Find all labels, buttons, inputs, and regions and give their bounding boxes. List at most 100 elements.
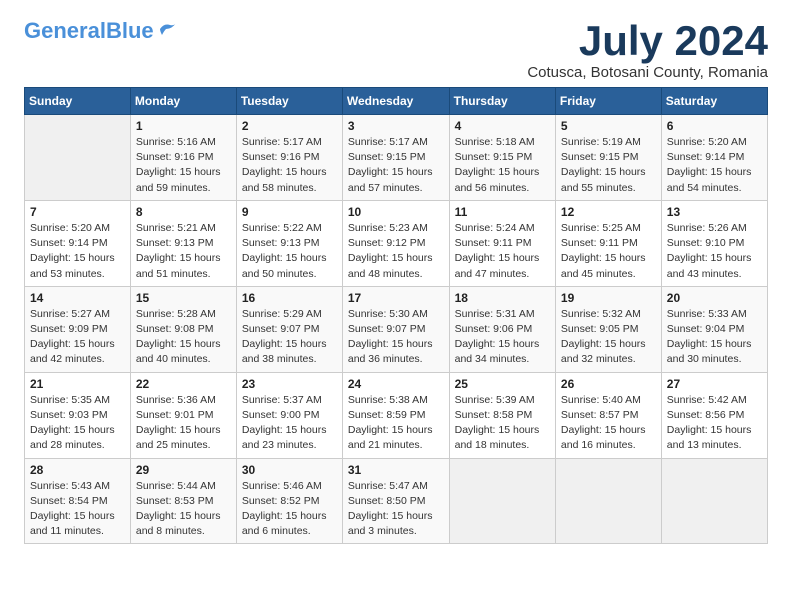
day-number: 14 — [30, 291, 125, 305]
day-of-week-header: Friday — [555, 88, 661, 115]
logo: GeneralBlue — [24, 20, 178, 42]
day-of-week-header: Wednesday — [342, 88, 449, 115]
calendar-cell: 11 Sunrise: 5:24 AMSunset: 9:11 PMDayligh… — [449, 200, 555, 286]
logo-text: GeneralBlue — [24, 20, 154, 42]
day-info: Sunrise: 5:33 AMSunset: 9:04 PMDaylight:… — [667, 307, 762, 368]
day-info: Sunrise: 5:26 AMSunset: 9:10 PMDaylight:… — [667, 221, 762, 282]
day-info: Sunrise: 5:35 AMSunset: 9:03 PMDaylight:… — [30, 393, 125, 454]
calendar-cell: 29 Sunrise: 5:44 AMSunset: 8:53 PMDayligh… — [130, 458, 236, 544]
calendar-cell: 21 Sunrise: 5:35 AMSunset: 9:03 PMDayligh… — [25, 372, 131, 458]
day-number: 5 — [561, 119, 656, 133]
day-number: 9 — [242, 205, 337, 219]
calendar-table: SundayMondayTuesdayWednesdayThursdayFrid… — [24, 87, 768, 544]
calendar-cell: 12Sunrise: 5:25 AMSunset: 9:11 PMDayligh… — [555, 200, 661, 286]
day-number: 12 — [561, 205, 656, 219]
day-info: Sunrise: 5:22 AMSunset: 9:13 PMDaylight:… — [242, 221, 337, 282]
logo-blue: Blue — [106, 18, 154, 43]
day-number: 4 — [455, 119, 550, 133]
day-number: 23 — [242, 377, 337, 391]
day-of-week-header: Saturday — [661, 88, 767, 115]
day-number: 29 — [136, 463, 231, 477]
day-number: 24 — [348, 377, 444, 391]
day-info: Sunrise: 5:20 AMSunset: 9:14 PMDaylight:… — [667, 135, 762, 196]
day-number: 6 — [667, 119, 762, 133]
day-number: 22 — [136, 377, 231, 391]
day-number: 10 — [348, 205, 444, 219]
day-of-week-header: Sunday — [25, 88, 131, 115]
calendar-cell: 6 Sunrise: 5:20 AMSunset: 9:14 PMDaylight… — [661, 115, 767, 201]
calendar-cell: 17 Sunrise: 5:30 AMSunset: 9:07 PMDayligh… — [342, 286, 449, 372]
calendar-cell: 26 Sunrise: 5:40 AMSunset: 8:57 PMDayligh… — [555, 372, 661, 458]
day-info: Sunrise: 5:16 AMSunset: 9:16 PMDaylight:… — [136, 135, 231, 196]
day-info: Sunrise: 5:37 AMSunset: 9:00 PMDaylight:… — [242, 393, 337, 454]
day-info: Sunrise: 5:47 AMSunset: 8:50 PMDaylight:… — [348, 479, 444, 540]
calendar-cell: 27 Sunrise: 5:42 AMSunset: 8:56 PMDayligh… — [661, 372, 767, 458]
day-number: 27 — [667, 377, 762, 391]
day-info: Sunrise: 5:20 AMSunset: 9:14 PMDaylight:… — [30, 221, 125, 282]
day-number: 17 — [348, 291, 444, 305]
day-info: Sunrise: 5:21 AMSunset: 9:13 PMDaylight:… — [136, 221, 231, 282]
day-info: Sunrise: 5:17 AMSunset: 9:15 PMDaylight:… — [348, 135, 444, 196]
day-number: 31 — [348, 463, 444, 477]
calendar-header-row: SundayMondayTuesdayWednesdayThursdayFrid… — [25, 88, 768, 115]
day-number: 11 — [455, 205, 550, 219]
calendar-week-row: 28Sunrise: 5:43 AMSunset: 8:54 PMDayligh… — [25, 458, 768, 544]
day-number: 21 — [30, 377, 125, 391]
day-info: Sunrise: 5:42 AMSunset: 8:56 PMDaylight:… — [667, 393, 762, 454]
calendar-cell — [25, 115, 131, 201]
day-number: 16 — [242, 291, 337, 305]
calendar-cell: 15Sunrise: 5:28 AMSunset: 9:08 PMDayligh… — [130, 286, 236, 372]
calendar-week-row: 1 Sunrise: 5:16 AMSunset: 9:16 PMDaylight… — [25, 115, 768, 201]
calendar-cell: 7Sunrise: 5:20 AMSunset: 9:14 PMDaylight… — [25, 200, 131, 286]
calendar-cell: 8 Sunrise: 5:21 AMSunset: 9:13 PMDaylight… — [130, 200, 236, 286]
day-number: 30 — [242, 463, 337, 477]
day-info: Sunrise: 5:18 AMSunset: 9:15 PMDaylight:… — [455, 135, 550, 196]
day-number: 18 — [455, 291, 550, 305]
calendar-cell: 19Sunrise: 5:32 AMSunset: 9:05 PMDayligh… — [555, 286, 661, 372]
calendar-cell — [555, 458, 661, 544]
calendar-cell: 24Sunrise: 5:38 AMSunset: 8:59 PMDayligh… — [342, 372, 449, 458]
day-number: 15 — [136, 291, 231, 305]
calendar-cell: 9 Sunrise: 5:22 AMSunset: 9:13 PMDaylight… — [236, 200, 342, 286]
day-info: Sunrise: 5:24 AMSunset: 9:11 PMDaylight:… — [455, 221, 550, 282]
calendar-cell: 22Sunrise: 5:36 AMSunset: 9:01 PMDayligh… — [130, 372, 236, 458]
calendar-cell: 4 Sunrise: 5:18 AMSunset: 9:15 PMDaylight… — [449, 115, 555, 201]
calendar-cell: 30 Sunrise: 5:46 AMSunset: 8:52 PMDayligh… — [236, 458, 342, 544]
day-info: Sunrise: 5:27 AMSunset: 9:09 PMDaylight:… — [30, 307, 125, 368]
day-number: 1 — [136, 119, 231, 133]
calendar-week-row: 14 Sunrise: 5:27 AMSunset: 9:09 PMDayligh… — [25, 286, 768, 372]
calendar-cell: 14 Sunrise: 5:27 AMSunset: 9:09 PMDayligh… — [25, 286, 131, 372]
logo-general: General — [24, 18, 106, 43]
day-info: Sunrise: 5:39 AMSunset: 8:58 PMDaylight:… — [455, 393, 550, 454]
day-number: 20 — [667, 291, 762, 305]
day-number: 25 — [455, 377, 550, 391]
day-info: Sunrise: 5:31 AMSunset: 9:06 PMDaylight:… — [455, 307, 550, 368]
day-number: 8 — [136, 205, 231, 219]
title-area: July 2024 Cotusca, Botosani County, Roma… — [527, 20, 768, 81]
calendar-cell: 16 Sunrise: 5:29 AMSunset: 9:07 PMDayligh… — [236, 286, 342, 372]
day-info: Sunrise: 5:29 AMSunset: 9:07 PMDaylight:… — [242, 307, 337, 368]
calendar-cell: 2Sunrise: 5:17 AMSunset: 9:16 PMDaylight… — [236, 115, 342, 201]
calendar-cell: 18 Sunrise: 5:31 AMSunset: 9:06 PMDayligh… — [449, 286, 555, 372]
day-info: Sunrise: 5:32 AMSunset: 9:05 PMDaylight:… — [561, 307, 656, 368]
day-of-week-header: Tuesday — [236, 88, 342, 115]
day-info: Sunrise: 5:44 AMSunset: 8:53 PMDaylight:… — [136, 479, 231, 540]
day-number: 3 — [348, 119, 444, 133]
calendar-cell: 10 Sunrise: 5:23 AMSunset: 9:12 PMDayligh… — [342, 200, 449, 286]
calendar-cell: 13Sunrise: 5:26 AMSunset: 9:10 PMDayligh… — [661, 200, 767, 286]
calendar-week-row: 21 Sunrise: 5:35 AMSunset: 9:03 PMDayligh… — [25, 372, 768, 458]
day-info: Sunrise: 5:30 AMSunset: 9:07 PMDaylight:… — [348, 307, 444, 368]
day-of-week-header: Thursday — [449, 88, 555, 115]
day-number: 26 — [561, 377, 656, 391]
day-info: Sunrise: 5:23 AMSunset: 9:12 PMDaylight:… — [348, 221, 444, 282]
day-info: Sunrise: 5:46 AMSunset: 8:52 PMDaylight:… — [242, 479, 337, 540]
calendar-cell — [661, 458, 767, 544]
day-number: 2 — [242, 119, 337, 133]
calendar-cell — [449, 458, 555, 544]
calendar-cell: 3 Sunrise: 5:17 AMSunset: 9:15 PMDaylight… — [342, 115, 449, 201]
calendar-cell: 5Sunrise: 5:19 AMSunset: 9:15 PMDaylight… — [555, 115, 661, 201]
calendar-cell: 31 Sunrise: 5:47 AMSunset: 8:50 PMDayligh… — [342, 458, 449, 544]
day-info: Sunrise: 5:40 AMSunset: 8:57 PMDaylight:… — [561, 393, 656, 454]
page-header: GeneralBlue July 2024 Cotusca, Botosani … — [24, 20, 768, 81]
calendar-week-row: 7Sunrise: 5:20 AMSunset: 9:14 PMDaylight… — [25, 200, 768, 286]
